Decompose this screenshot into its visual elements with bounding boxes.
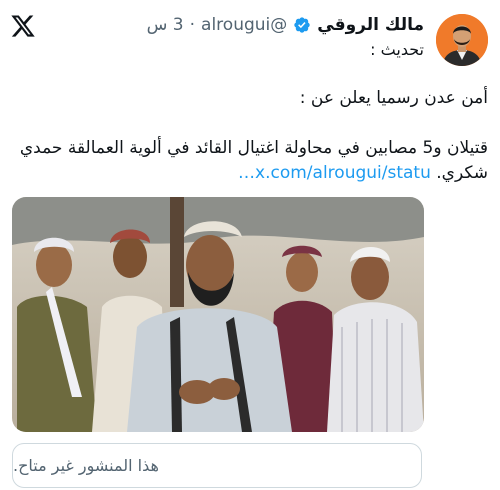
timestamp[interactable]: 3 س bbox=[147, 13, 184, 37]
tweet-link[interactable]: x.com/alrougui/statu… bbox=[238, 163, 431, 183]
verified-badge-icon bbox=[294, 17, 310, 33]
tweet-paragraph-1: أمن عدن رسميا يعلن عن : bbox=[299, 88, 488, 108]
unavailable-post-notice: هذا المنشور غير متاح. bbox=[12, 443, 422, 488]
unavailable-post-text: هذا المنشور غير متاح. bbox=[13, 456, 159, 475]
tweet-header: مالك الروقي @alrougui · 3 س تحديث : bbox=[147, 13, 424, 61]
tweet-first-line: تحديث : bbox=[370, 40, 424, 59]
author-row: مالك الروقي @alrougui · 3 س bbox=[147, 13, 424, 37]
tweet-media-photo[interactable] bbox=[12, 197, 424, 432]
author-name[interactable]: مالك الروقي bbox=[317, 13, 424, 37]
photo-illustration bbox=[12, 197, 424, 432]
separator-dot: · bbox=[189, 15, 196, 35]
x-logo-icon[interactable] bbox=[10, 13, 36, 39]
tweet-paragraph-2: قتيلان و5 مصابين في محاولة اغتيال القائد… bbox=[12, 136, 488, 186]
author-handle[interactable]: @alrougui bbox=[201, 13, 287, 37]
avatar[interactable] bbox=[436, 14, 488, 66]
avatar-portrait bbox=[436, 14, 488, 66]
tweet-body: أمن عدن رسميا يعلن عن : قتيلان و5 مصابين… bbox=[12, 86, 488, 186]
